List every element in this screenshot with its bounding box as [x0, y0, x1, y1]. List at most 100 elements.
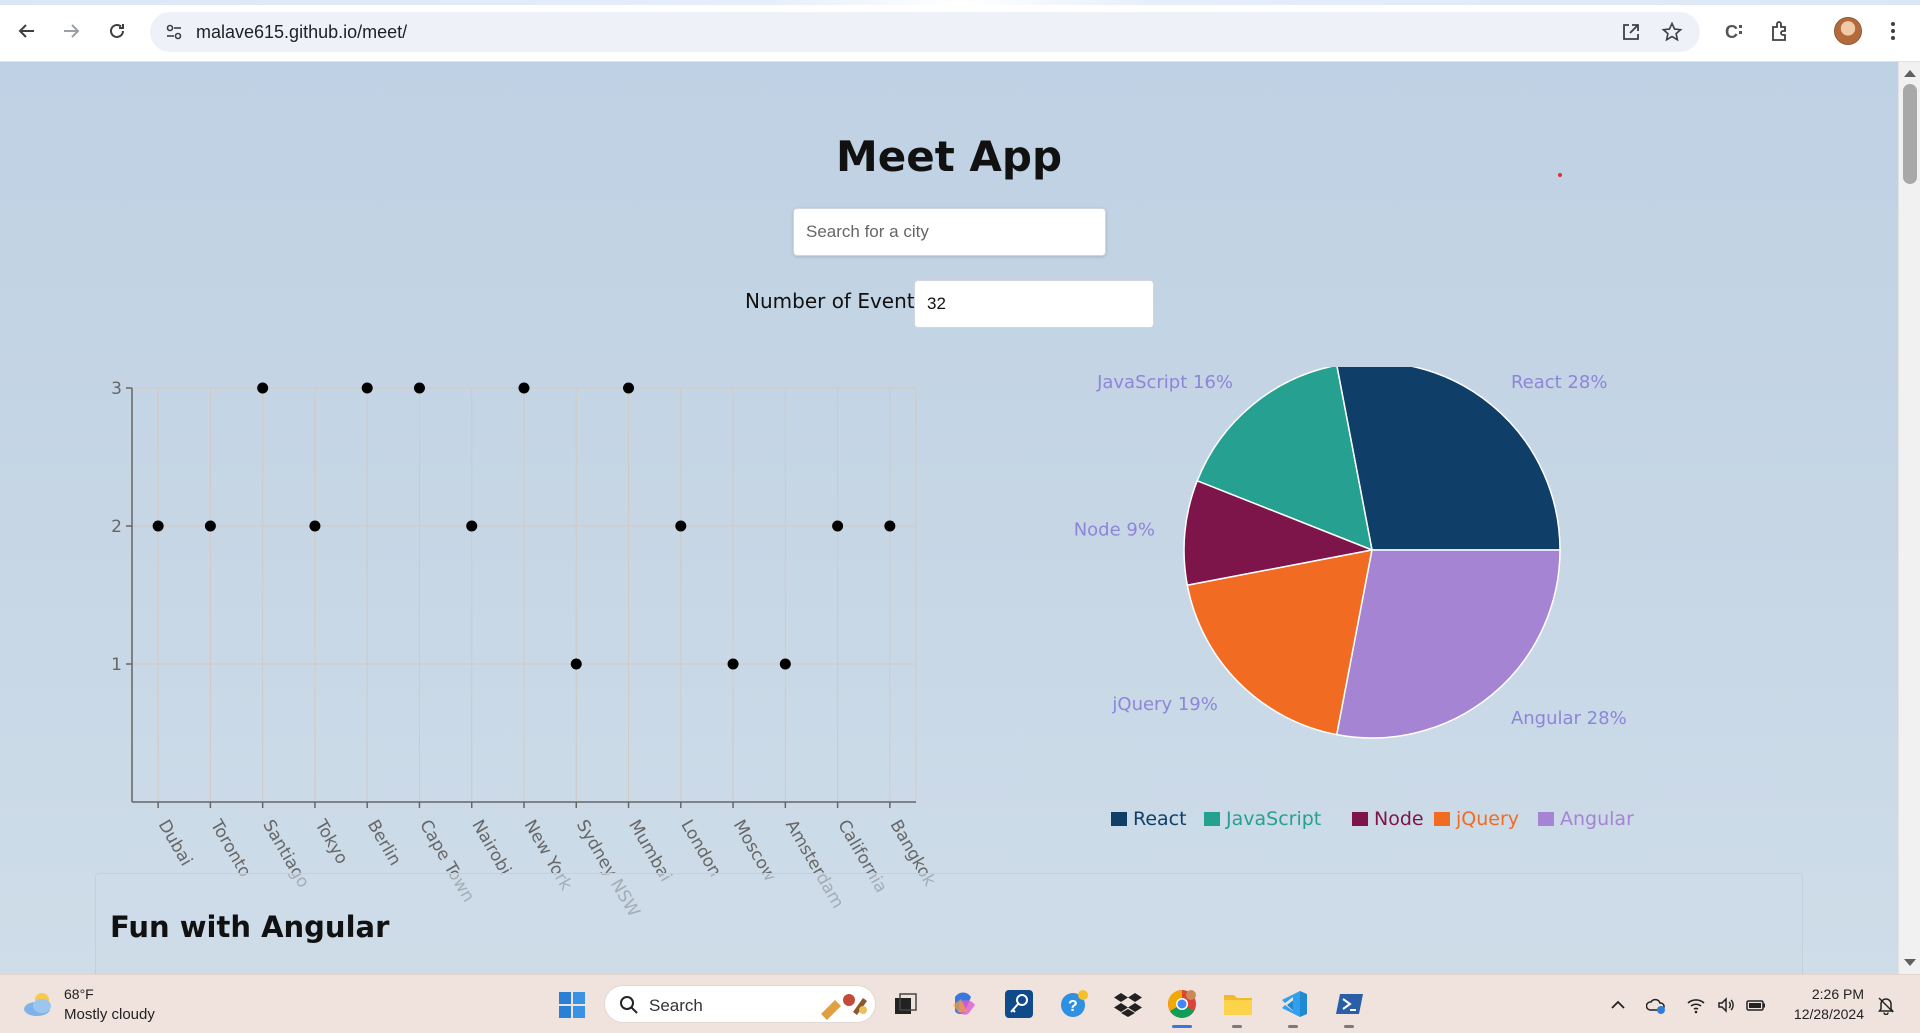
pie-slice[interactable] — [1336, 367, 1561, 551]
clock-time[interactable]: 2:26 PM — [1774, 986, 1864, 1002]
extensions-puzzle-icon[interactable] — [1768, 18, 1794, 44]
legend-label[interactable]: Node — [1374, 808, 1424, 830]
vscode-icon — [1282, 991, 1307, 1017]
y-tick-label: 2 — [111, 517, 122, 537]
site-info-icon[interactable] — [164, 22, 184, 42]
scatter-grid — [132, 387, 917, 802]
dropbox-app[interactable] — [1112, 988, 1144, 1020]
scatter-point[interactable] — [204, 520, 216, 532]
legend-label[interactable]: jQuery — [1455, 808, 1519, 830]
events-scatter-chart: 123Dubai Toronto SantiagoTokyo Berlin Cape T… — [111, 379, 939, 921]
pie-slice-label: Node 9% — [1074, 519, 1155, 540]
windows-start-icon[interactable] — [558, 991, 586, 1019]
help-icon: ? — [1061, 990, 1088, 1017]
chrome-app[interactable] — [1166, 988, 1198, 1020]
weather-description[interactable]: Mostly cloudy — [64, 1006, 155, 1023]
search-highlight-illustration-icon — [821, 994, 867, 1020]
legend-swatch — [1204, 812, 1220, 826]
powershell-icon — [1336, 994, 1363, 1014]
search-icon — [620, 996, 638, 1014]
pie-slice-label: JavaScript 16% — [1096, 372, 1233, 393]
legend-label[interactable]: Angular — [1560, 808, 1634, 830]
clock-date[interactable]: 12/28/2024 — [1774, 1006, 1864, 1022]
extension-c-icon[interactable]: C — [1722, 18, 1748, 44]
scroll-down-arrow-icon[interactable] — [1904, 959, 1916, 966]
legend-label[interactable]: JavaScript — [1225, 808, 1321, 830]
copilot-icon — [953, 992, 975, 1015]
address-bar[interactable]: malave615.github.io/meet/ — [150, 12, 1700, 52]
battery-icon[interactable] — [1746, 995, 1766, 1015]
folder-icon — [1224, 995, 1252, 1015]
notification-bell-icon[interactable] — [1876, 995, 1896, 1015]
back-button[interactable] — [12, 16, 42, 46]
open-in-app-icon[interactable] — [1620, 21, 1642, 43]
show-hidden-icons-chevron-icon[interactable] — [1608, 995, 1628, 1015]
taskbar-search-box[interactable]: Search — [604, 985, 876, 1023]
scatter-point[interactable] — [727, 658, 739, 670]
password-app[interactable] — [1003, 988, 1035, 1020]
powershell-indicator — [1344, 1025, 1354, 1028]
url-text[interactable]: malave615.github.io/meet/ — [196, 22, 407, 43]
red-dot-marker — [1558, 173, 1562, 177]
y-tick-label: 1 — [111, 655, 122, 675]
scatter-point[interactable] — [832, 520, 844, 532]
number-of-events-input[interactable] — [914, 280, 1154, 328]
x-tick-label: Toronto — [206, 816, 255, 881]
genre-pie-chart: React 28% JavaScript 16% Node 9% jQuery 19%… — [1074, 367, 1634, 830]
scatter-point[interactable] — [152, 520, 164, 532]
x-tick-label: Dubai — [154, 817, 196, 870]
pie-slice-label: React 28% — [1511, 372, 1608, 393]
scatter-point[interactable] — [884, 520, 896, 532]
svg-text:C: C — [1725, 22, 1738, 42]
explorer-indicator — [1232, 1025, 1242, 1028]
x-tick-label: Nairobi — [467, 817, 515, 879]
profile-avatar[interactable] — [1834, 17, 1862, 45]
legend-swatch — [1434, 812, 1450, 826]
forward-button[interactable] — [56, 16, 86, 46]
scatter-point[interactable] — [518, 382, 530, 394]
bookmark-star-icon[interactable] — [1661, 21, 1683, 43]
scatter-point[interactable] — [309, 520, 321, 532]
scatter-point[interactable] — [257, 382, 269, 394]
wifi-icon[interactable] — [1686, 995, 1706, 1015]
reload-button[interactable] — [102, 16, 132, 46]
scroll-up-arrow-icon[interactable] — [1904, 70, 1916, 77]
legend-swatch — [1352, 812, 1368, 826]
scroll-thumb[interactable] — [1903, 84, 1917, 184]
chrome-active-indicator — [1172, 1025, 1192, 1028]
chrome-icon — [1168, 990, 1196, 1018]
x-tick-label: Tokyo — [310, 816, 352, 868]
vscode-app[interactable] — [1278, 988, 1310, 1020]
onedrive-cloud-icon[interactable] — [1646, 995, 1666, 1015]
city-search-input[interactable] — [793, 208, 1106, 256]
scatter-point[interactable] — [779, 658, 791, 670]
powershell-app[interactable] — [1334, 988, 1366, 1020]
scatter-point[interactable] — [675, 520, 687, 532]
pie-slice-label: Angular 28% — [1511, 708, 1627, 729]
legend-label[interactable]: React — [1133, 808, 1187, 830]
pie-slice-label: jQuery 19% — [1111, 694, 1217, 715]
scatter-point[interactable] — [361, 382, 373, 394]
back-arrow-icon — [18, 24, 34, 38]
scatter-point[interactable] — [413, 382, 425, 394]
task-view-app[interactable] — [890, 988, 922, 1020]
page-scrollbar[interactable] — [1898, 62, 1920, 974]
vscode-indicator — [1288, 1025, 1298, 1028]
legend-swatch — [1111, 812, 1127, 826]
app-title: Meet App — [835, 132, 1063, 181]
cloudy-weather-icon[interactable] — [22, 989, 56, 1019]
x-tick-label: Berlin — [363, 817, 405, 870]
volume-icon[interactable] — [1716, 995, 1736, 1015]
get-help-app[interactable]: ? — [1058, 988, 1090, 1020]
x-tick-label: London — [676, 817, 724, 881]
weather-temperature[interactable]: 68°F — [64, 986, 94, 1002]
scatter-point[interactable] — [570, 658, 582, 670]
key-app-icon — [1005, 990, 1033, 1018]
copilot-app[interactable] — [948, 988, 980, 1020]
scatter-point[interactable] — [623, 382, 635, 394]
windows-taskbar: 68°F Mostly cloudy Search ? 2:26 PM 12/2… — [0, 974, 1920, 1033]
file-explorer-app[interactable] — [1222, 988, 1254, 1020]
scatter-point[interactable] — [466, 520, 478, 532]
taskbar-search-label: Search — [649, 996, 703, 1015]
menu-kebab-icon[interactable] — [1880, 18, 1906, 44]
